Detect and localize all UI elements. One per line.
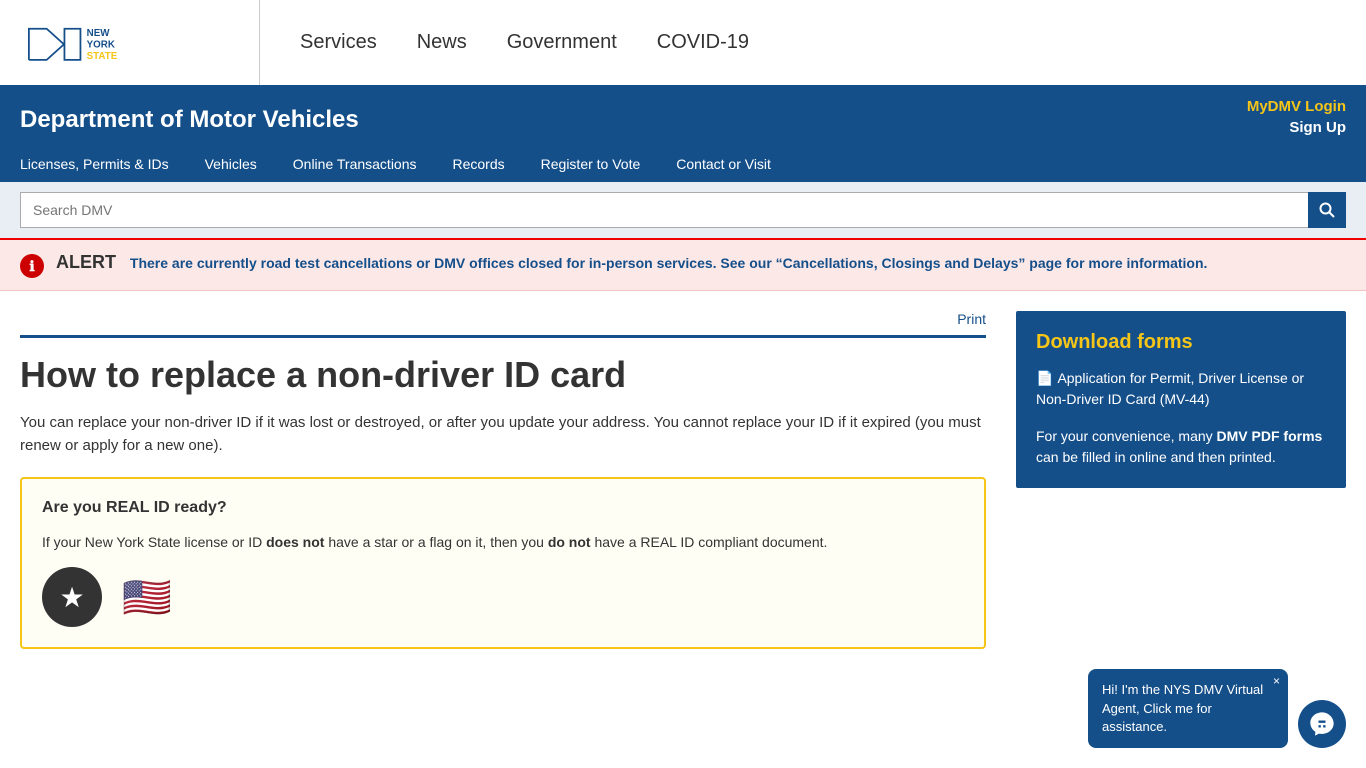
realid-do-not: do not: [548, 534, 591, 550]
alert-label: ALERT: [56, 252, 116, 272]
download-forms-title: Download forms: [1036, 331, 1326, 354]
download-forms-note: For your convenience, many DMV PDF forms…: [1036, 426, 1326, 468]
nys-logo[interactable]: NEW YORK STATE: [20, 11, 180, 73]
download-forms-note-before: For your convenience, many: [1036, 428, 1217, 444]
chatbot-bubble-text: Hi! I'm the NYS DMV Virtual Agent, Click…: [1102, 682, 1263, 733]
chatbot-widget: × Hi! I'm the NYS DMV Virtual Agent, Cli…: [1088, 669, 1346, 748]
realid-title: Are you REAL ID ready?: [42, 499, 964, 517]
alert-icon: ℹ: [20, 254, 44, 278]
dmv-nav-online-transactions[interactable]: Online Transactions: [293, 148, 433, 182]
svg-text:NEW: NEW: [87, 28, 111, 39]
search-input[interactable]: [20, 192, 1308, 228]
search-icon: [1319, 202, 1335, 218]
chatbot-bubble: × Hi! I'm the NYS DMV Virtual Agent, Cli…: [1088, 669, 1288, 748]
download-forms-box: Download forms 📄Application for Permit, …: [1016, 311, 1346, 488]
nav-news[interactable]: News: [417, 31, 467, 54]
alert-text: There are currently road test cancellati…: [130, 255, 1208, 271]
svg-text:STATE: STATE: [87, 51, 118, 62]
dmv-title: Department of Motor Vehicles: [20, 98, 359, 134]
dmv-header-top: Department of Motor Vehicles MyDMV Login…: [20, 98, 1346, 144]
realid-text-before: If your New York State license or ID: [42, 534, 266, 550]
content-left: Print How to replace a non-driver ID car…: [20, 311, 986, 649]
chatbot-avatar[interactable]: [1298, 700, 1346, 748]
dmv-pdf-forms-link[interactable]: DMV PDF forms: [1217, 428, 1323, 444]
download-forms-link-label: Application for Permit, Driver License o…: [1036, 370, 1304, 407]
nav-covid19[interactable]: COVID-19: [657, 31, 749, 54]
signup-link[interactable]: Sign Up: [1289, 119, 1346, 136]
alert-link[interactable]: There are currently road test cancellati…: [130, 255, 1208, 271]
dmv-nav-licenses[interactable]: Licenses, Permits & IDs: [20, 148, 185, 182]
page-title: How to replace a non-driver ID card: [20, 335, 986, 396]
realid-text-after: have a REAL ID compliant document.: [591, 534, 828, 550]
dmv-nav-vehicles[interactable]: Vehicles: [205, 148, 273, 182]
realid-does-not: does not: [266, 534, 324, 550]
document-icon: 📄: [1036, 370, 1053, 386]
top-navigation: NEW YORK STATE Services News Government …: [0, 0, 1366, 88]
alert-content: ALERT There are currently road test canc…: [56, 252, 1207, 273]
dmv-auth-links: MyDMV Login Sign Up: [1247, 98, 1346, 136]
main-nav-links: Services News Government COVID-19: [260, 31, 1346, 54]
search-bar: [0, 182, 1366, 238]
realid-text-middle: have a star or a flag on it, then you: [324, 534, 547, 550]
realid-icons: ★ 🇺🇸: [42, 567, 964, 627]
dmv-nav-register-to-vote[interactable]: Register to Vote: [541, 148, 657, 182]
nav-services[interactable]: Services: [300, 31, 377, 54]
download-forms-link[interactable]: 📄Application for Permit, Driver License …: [1036, 368, 1326, 410]
dmv-nav: Licenses, Permits & IDs Vehicles Online …: [20, 144, 1346, 182]
main-content: Print How to replace a non-driver ID car…: [0, 291, 1366, 689]
realid-text: If your New York State license or ID doe…: [42, 531, 964, 553]
realid-star-icon: ★: [42, 567, 102, 627]
alert-bar: ℹ ALERT There are currently road test ca…: [0, 238, 1366, 291]
print-link[interactable]: Print: [957, 311, 986, 327]
chatbot-icon: [1308, 710, 1336, 738]
dmv-nav-contact-or-visit[interactable]: Contact or Visit: [676, 148, 787, 182]
content-right: Download forms 📄Application for Permit, …: [1016, 311, 1346, 649]
chatbot-close-button[interactable]: ×: [1273, 674, 1280, 688]
realid-box: Are you REAL ID ready? If your New York …: [20, 477, 986, 649]
download-forms-note-after: can be filled in online and then printed…: [1036, 449, 1276, 465]
dmv-nav-records[interactable]: Records: [453, 148, 521, 182]
page-intro: You can replace your non-driver ID if it…: [20, 412, 986, 457]
search-button[interactable]: [1308, 192, 1346, 228]
realid-flag-icon: 🇺🇸: [122, 574, 172, 621]
print-link-area: Print: [20, 311, 986, 327]
dmv-header: Department of Motor Vehicles MyDMV Login…: [0, 88, 1366, 182]
mydmv-login-link[interactable]: MyDMV Login: [1247, 98, 1346, 115]
svg-text:YORK: YORK: [87, 40, 115, 51]
logo-area: NEW YORK STATE: [20, 0, 260, 85]
nav-government[interactable]: Government: [507, 31, 617, 54]
